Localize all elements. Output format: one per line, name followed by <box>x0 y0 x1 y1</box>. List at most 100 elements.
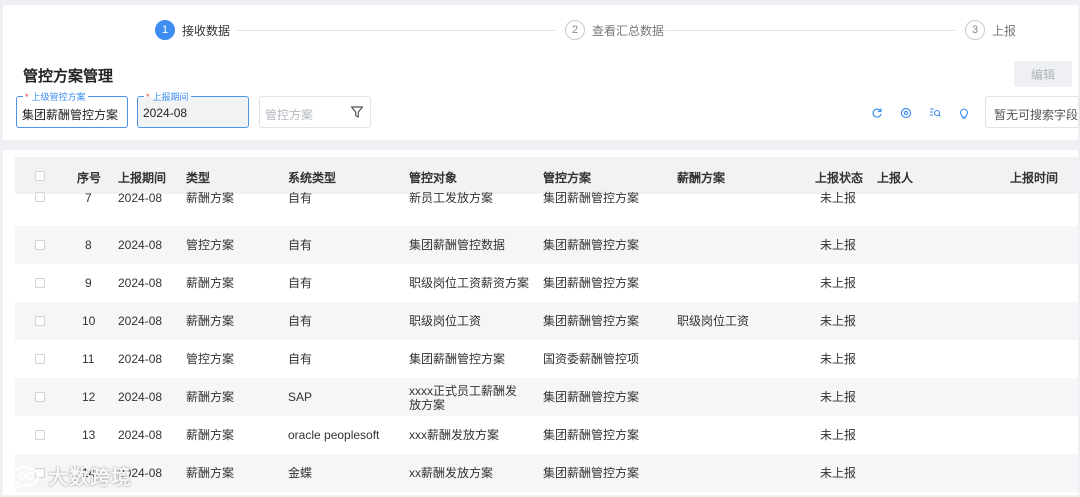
cell-seq: 9 <box>85 276 92 290</box>
row-checkbox[interactable] <box>35 192 45 202</box>
period-value: 2024-08 <box>143 106 188 120</box>
step-label: 接收数据 <box>182 23 231 38</box>
watermark-logo-icon <box>10 465 40 490</box>
col-plan: 管控方案 <box>543 171 592 185</box>
cell-object: xx薪酬发放方案 <box>409 466 494 480</box>
cell-system: oracle peoplesoft <box>288 428 380 442</box>
step-view-summary[interactable]: 2 查看汇总数据 <box>565 20 664 40</box>
cell-period: 2024-08 <box>118 428 163 442</box>
step-number: 2 <box>565 20 585 40</box>
plan-filter-field[interactable]: 管控方案 <box>259 96 371 128</box>
step-number: 3 <box>965 20 985 40</box>
table-row[interactable]: 10 2024-08 薪酬方案 自有 职级岗位工资 集团薪酬管控方案 职级岗位工资 未上报 <box>15 302 1078 340</box>
cell-status: 未上报 <box>820 466 857 480</box>
lightbulb-icon[interactable] <box>958 107 970 119</box>
cell-type: 薪酬方案 <box>186 390 235 404</box>
parent-plan-field[interactable]: * 上级管控方案 集团薪酬管控方案 <box>16 92 128 128</box>
cell-plan: 集团薪酬管控方案 <box>543 466 640 480</box>
row-checkbox[interactable] <box>35 354 45 364</box>
cell-type: 薪酬方案 <box>186 191 235 205</box>
cell-seq: 8 <box>85 238 92 252</box>
filter-icon[interactable] <box>350 105 364 119</box>
watermark-text: 大数跨境 <box>48 467 132 489</box>
cell-type: 薪酬方案 <box>186 428 235 442</box>
step-number: 1 <box>155 20 175 40</box>
cell-status: 未上报 <box>820 276 857 290</box>
cell-plan: 集团薪酬管控方案 <box>543 238 640 252</box>
settings-icon[interactable] <box>900 107 912 119</box>
cell-status: 未上报 <box>820 191 857 205</box>
cell-seq: 10 <box>82 314 96 328</box>
cell-system: SAP <box>288 390 313 404</box>
cell-period: 2024-08 <box>118 352 163 366</box>
cell-system: 自有 <box>288 352 313 366</box>
cell-type: 薪酬方案 <box>186 466 235 480</box>
cell-status: 未上报 <box>820 352 857 366</box>
col-object: 管控对象 <box>409 171 458 185</box>
cell-plan: 集团薪酬管控方案 <box>543 314 640 328</box>
step-label: 查看汇总数据 <box>592 23 665 38</box>
step-label: 上报 <box>992 23 1017 38</box>
period-field[interactable]: * 上报期间 2024-08 <box>137 92 249 128</box>
col-period: 上报期间 <box>118 171 167 185</box>
column-search-icon[interactable] <box>929 107 941 119</box>
edit-button[interactable]: 编辑 <box>1014 61 1072 87</box>
search-placeholder: 暂无可搜索字段 <box>994 108 1079 122</box>
cell-period: 2024-08 <box>118 238 163 252</box>
cell-plan: 集团薪酬管控方案 <box>543 390 640 404</box>
cell-plan: 国资委薪酬管控项 <box>543 352 640 366</box>
cell-plan: 集团薪酬管控方案 <box>543 428 640 442</box>
row-checkbox[interactable] <box>35 430 45 440</box>
table-row[interactable]: 12 2024-08 薪酬方案 SAP xxxx正式员工薪酬发放方案 集团薪酬管控方案 未上… <box>15 378 1078 416</box>
col-status: 上报状态 <box>815 171 864 185</box>
row-checkbox[interactable] <box>35 240 45 250</box>
cell-seq: 12 <box>82 390 96 404</box>
table-row[interactable]: 11 2024-08 管控方案 自有 集团薪酬管控方案 国资委薪酬管控项 未上报 <box>15 340 1078 378</box>
cell-status: 未上报 <box>820 314 857 328</box>
cell-object: 职级岗位工资薪资方案 <box>409 276 530 290</box>
col-reporter: 上报人 <box>877 171 914 185</box>
cell-period: 2024-08 <box>118 191 163 205</box>
cell-object: xxxx正式员工薪酬发放方案 <box>409 384 518 412</box>
col-salary: 薪酬方案 <box>677 171 726 185</box>
cell-type: 薪酬方案 <box>186 276 235 290</box>
cell-plan: 集团薪酬管控方案 <box>543 191 640 205</box>
cell-period: 2024-08 <box>118 314 163 328</box>
col-time: 上报时间 <box>1010 171 1059 185</box>
table-row[interactable]: 14 2024-08 薪酬方案 金蝶 xx薪酬发放方案 集团薪酬管控方案 未上报 <box>15 454 1078 492</box>
cell-period: 2024-08 <box>118 390 163 404</box>
table-row[interactable]: 13 2024-08 薪酬方案 oracle peoplesoft xxx薪酬发放方案 集… <box>15 416 1078 454</box>
cell-seq: 7 <box>85 191 92 205</box>
cell-status: 未上报 <box>820 238 857 252</box>
table-row[interactable]: 8 2024-08 管控方案 自有 集团薪酬管控数据 集团薪酬管控方案 未上报 <box>15 226 1078 264</box>
step-receive-data[interactable]: 1 接收数据 <box>155 20 230 40</box>
plan-filter-placeholder: 管控方案 <box>265 108 314 122</box>
cell-period: 2024-08 <box>118 276 163 290</box>
cell-type: 管控方案 <box>186 352 235 366</box>
cell-object: 集团薪酬管控数据 <box>409 238 506 252</box>
table-row[interactable]: 9 2024-08 薪酬方案 自有 职级岗位工资薪资方案 集团薪酬管控方案 未上报 <box>15 264 1078 302</box>
field-label: * 上级管控方案 <box>23 92 88 102</box>
select-all-checkbox[interactable] <box>35 171 45 181</box>
cell-object: 新员工发放方案 <box>409 191 494 205</box>
cell-system: 金蝶 <box>288 466 313 480</box>
cell-object: xxx薪酬发放方案 <box>409 428 500 442</box>
header-panel: 1 接收数据 2 查看汇总数据 3 上报 管控方案管理 编辑 * 上级管控方案 集… <box>3 5 1080 140</box>
step-connector <box>665 30 955 31</box>
cell-system: 自有 <box>288 276 313 290</box>
cell-status: 未上报 <box>820 428 857 442</box>
refresh-icon[interactable] <box>871 107 883 119</box>
cell-status: 未上报 <box>820 390 857 404</box>
cell-seq: 11 <box>82 352 95 366</box>
row-checkbox[interactable] <box>35 316 45 326</box>
row-checkbox[interactable] <box>35 278 45 288</box>
cell-object: 集团薪酬管控方案 <box>409 352 506 366</box>
step-report[interactable]: 3 上报 <box>965 20 1016 40</box>
watermark: 大数跨境 <box>8 461 132 490</box>
row-checkbox[interactable] <box>35 392 45 402</box>
search-input[interactable]: 暂无可搜索字段 <box>985 96 1080 128</box>
col-type: 类型 <box>186 171 211 185</box>
data-table: 序号 上报期间 类型 系统类型 管控对象 管控方案 薪酬方案 上报状态 上报人 … <box>3 150 1078 495</box>
table-row[interactable]: 7 2024-08 薪酬方案 自有 新员工发放方案 集团薪酬管控方案 未上报 <box>15 188 1078 226</box>
cell-type: 薪酬方案 <box>186 314 235 328</box>
